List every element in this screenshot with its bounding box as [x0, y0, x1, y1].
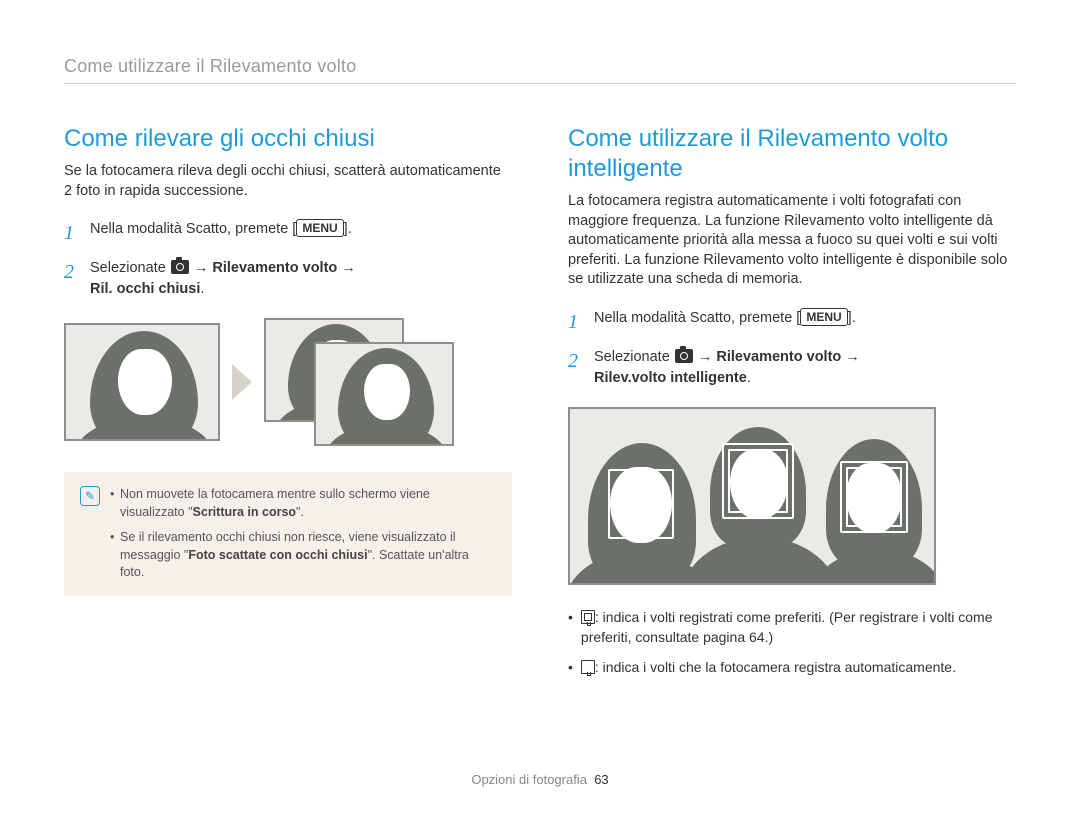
favorite-face-icon [581, 610, 595, 624]
arrow-icon [232, 364, 252, 400]
legend-item: • : indica i volti che la fotocamera reg… [568, 657, 1016, 677]
step-text: → [190, 260, 213, 276]
header-divider [64, 83, 1016, 84]
step-text: . [747, 370, 751, 386]
step-bold: Ril. occhi chiusi [90, 281, 200, 297]
step-number: 1 [64, 219, 80, 248]
camera-icon [171, 260, 189, 274]
step-bold: Rilevamento volto [212, 260, 337, 276]
page-footer: Opzioni di fotografia 63 [0, 772, 1080, 787]
step-text: Nella modalità Scatto, premete [ [594, 310, 800, 326]
step-text: ]. [344, 221, 352, 237]
right-section-title: Come utilizzare il Rilevamento volto int… [568, 124, 1016, 184]
footer-section: Opzioni di fotografia [471, 772, 587, 787]
note-text: ". [296, 505, 304, 519]
menu-button-chip: MENU [296, 219, 343, 237]
step-text: → [841, 349, 860, 365]
left-column: Come rilevare gli occhi chiusi Se la fot… [64, 124, 512, 688]
note-bold: Foto scattate con occhi chiusi [188, 548, 367, 562]
right-column: Come utilizzare il Rilevamento volto int… [568, 124, 1016, 688]
right-intro: La fotocamera registra automaticamente i… [568, 192, 1016, 290]
page-number: 63 [594, 772, 608, 787]
legend-item: • : indica i volti registrati come prefe… [568, 607, 1016, 648]
legend-text: : indica i volti che la fotocamera regis… [595, 659, 956, 675]
step-text: Selezionate [594, 349, 674, 365]
note-box: ✎ Non muovete la fotocamera mentre sullo… [64, 472, 512, 596]
auto-face-icon [581, 660, 595, 674]
legend-text: : indica i volti registrati come preferi… [581, 609, 993, 645]
face-box-double [840, 461, 908, 533]
menu-button-chip: MENU [800, 308, 847, 326]
step-bold: Rilev.volto intelligente [594, 370, 747, 386]
note-item: Se il rilevamento occhi chiusi non riesc… [110, 529, 496, 582]
photo-frame [64, 323, 220, 441]
face-box-double [722, 443, 794, 519]
step-text: → [694, 349, 717, 365]
closed-eyes-illustration [64, 318, 512, 446]
step-number: 2 [64, 258, 80, 300]
step-text: . [200, 281, 204, 297]
right-step-2: 2 Selezionate → Rilevamento volto → Rile… [568, 347, 1016, 389]
left-step-2: 2 Selezionate → Rilevamento volto → Ril.… [64, 258, 512, 300]
legend-list: • : indica i volti registrati come prefe… [568, 607, 1016, 678]
photo-frame [314, 342, 454, 446]
step-text: Nella modalità Scatto, premete [ [90, 221, 296, 237]
step-number: 2 [568, 347, 584, 389]
left-section-title: Come rilevare gli occhi chiusi [64, 124, 512, 154]
face-box-single [608, 469, 674, 539]
note-bold: Scrittura in corso [193, 505, 297, 519]
step-bold: Rilevamento volto [716, 349, 841, 365]
step-text: → [337, 260, 356, 276]
left-step-1: 1 Nella modalità Scatto, premete [MENU]. [64, 219, 512, 248]
photo-stack [264, 318, 454, 446]
left-intro: Se la fotocamera rileva degli occhi chiu… [64, 162, 512, 201]
page-header: Come utilizzare il Rilevamento volto [64, 56, 1016, 77]
camera-icon [675, 349, 693, 363]
step-number: 1 [568, 308, 584, 337]
smart-face-illustration [568, 407, 936, 585]
step-text: ]. [848, 310, 856, 326]
note-item: Non muovete la fotocamera mentre sullo s… [110, 486, 496, 521]
note-icon: ✎ [80, 486, 100, 506]
step-text: Selezionate [90, 260, 170, 276]
right-step-1: 1 Nella modalità Scatto, premete [MENU]. [568, 308, 1016, 337]
